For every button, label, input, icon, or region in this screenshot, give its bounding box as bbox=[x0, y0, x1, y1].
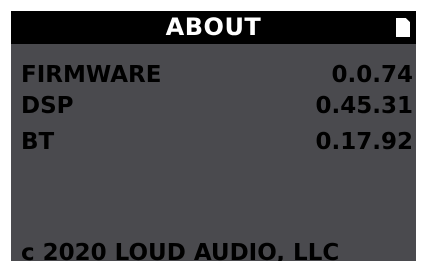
firmware-version: 0.0.74 bbox=[331, 62, 414, 88]
page-title: ABOUT bbox=[165, 13, 262, 41]
info-row-firmware: FIRMWARE 0.0.74 bbox=[21, 60, 413, 90]
info-row-bt: BT 0.17.92 bbox=[21, 127, 413, 157]
battery-icon bbox=[396, 18, 410, 37]
dsp-version: 0.45.31 bbox=[315, 93, 414, 119]
title-bar: ABOUT bbox=[11, 11, 416, 44]
bt-label: BT bbox=[21, 129, 55, 155]
about-screen: ABOUT FIRMWARE 0.0.74 DSP 0.45.31 BT 0.1… bbox=[11, 11, 416, 261]
dsp-label: DSP bbox=[21, 93, 74, 119]
info-row-dsp: DSP 0.45.31 bbox=[21, 91, 413, 121]
copyright-text: c 2020 LOUD AUDIO, LLC bbox=[21, 240, 340, 261]
firmware-label: FIRMWARE bbox=[21, 62, 162, 88]
bt-version: 0.17.92 bbox=[315, 129, 414, 155]
